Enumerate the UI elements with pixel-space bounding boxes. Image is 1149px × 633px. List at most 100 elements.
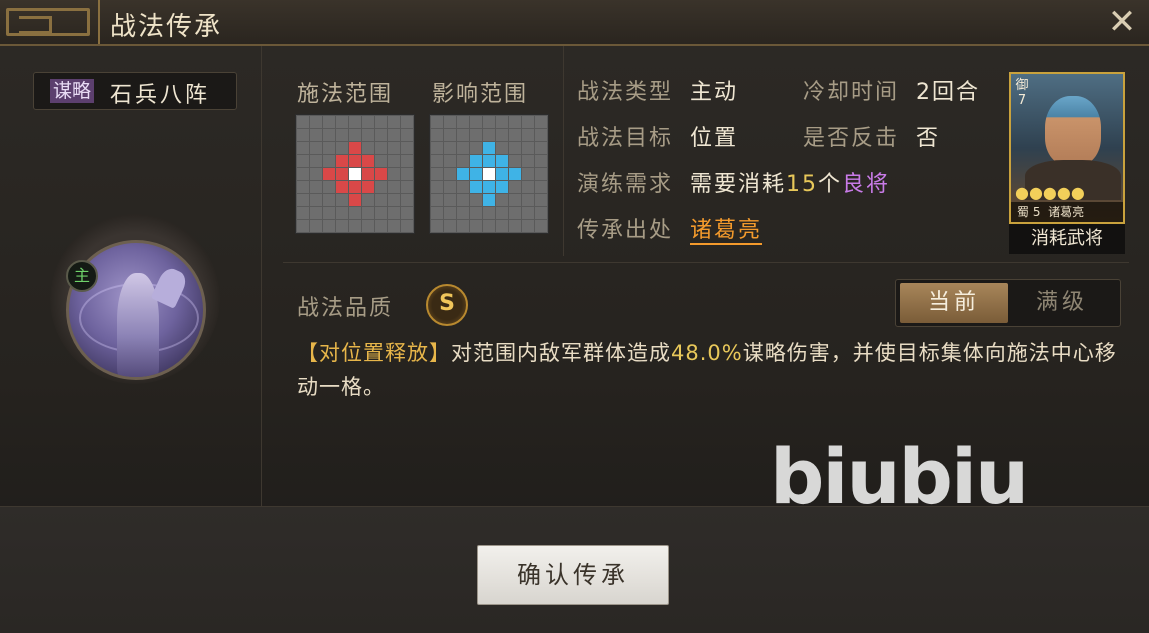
grid-cell [483, 194, 495, 206]
grid-cell [535, 155, 547, 167]
grid-cell [470, 207, 482, 219]
dialog-title: 战法传承 [110, 12, 223, 42]
attr-target: 战法目标 位置 [577, 126, 739, 151]
grid-cell [431, 129, 443, 141]
grid-cell [444, 220, 456, 232]
grid-cell [457, 220, 469, 232]
grid-cell [496, 142, 508, 154]
attr-skill-type: 战法类型 主动 [577, 80, 739, 105]
grid-cell [388, 181, 400, 193]
grid-cell [431, 207, 443, 219]
grid-cell [375, 116, 387, 128]
grid-cell [349, 207, 361, 219]
grid-cell [310, 116, 322, 128]
grid-cell [522, 116, 534, 128]
grid-cell [310, 181, 322, 193]
grid-cell [496, 194, 508, 206]
grid-cell [401, 194, 413, 206]
grid-cell [401, 168, 413, 180]
grid-cell [310, 155, 322, 167]
grid-cell [483, 116, 495, 128]
watermark-logo: biubiu [770, 432, 1029, 521]
grid-cell [362, 155, 374, 167]
grid-cell [375, 129, 387, 141]
grid-cell [483, 207, 495, 219]
grid-cell [483, 142, 495, 154]
tab-max-level[interactable]: 满级 [1008, 283, 1116, 323]
grid-cell [388, 168, 400, 180]
grid-cell [522, 129, 534, 141]
grid-cell [375, 168, 387, 180]
grid-cell [297, 129, 309, 141]
grid-cell [483, 220, 495, 232]
grid-cell [401, 155, 413, 167]
confirm-inherit-button[interactable]: 确认传承 [477, 545, 669, 605]
grid-cell [535, 194, 547, 206]
grid-cell [457, 142, 469, 154]
divider [283, 262, 1129, 263]
grid-cell [310, 220, 322, 232]
grid-cell [349, 181, 361, 193]
grid-cell [362, 181, 374, 193]
attr-cooldown: 冷却时间 2回合 [803, 80, 981, 105]
grid-cell [457, 168, 469, 180]
grid-cell [362, 116, 374, 128]
skill-inherit-dialog: 战法传承 ✕ 谋略 石兵八阵 主 施法范围 影响范围 战法类型 主动 冷却时间 … [0, 0, 1149, 633]
grid-cell [323, 129, 335, 141]
grid-cell [509, 168, 521, 180]
grid-cell [457, 181, 469, 193]
grid-cell [444, 142, 456, 154]
grid-cell [509, 116, 521, 128]
grid-cell [509, 181, 521, 193]
grid-cell [470, 155, 482, 167]
grid-cell [470, 129, 482, 141]
grid-cell [470, 116, 482, 128]
grid-cell [496, 220, 508, 232]
grid-cell [496, 155, 508, 167]
grid-cell [336, 168, 348, 180]
header-ornament [0, 0, 100, 44]
grid-cell [336, 155, 348, 167]
grid-cell [535, 168, 547, 180]
grid-cell [535, 220, 547, 232]
grid-cell [444, 207, 456, 219]
grid-cell [310, 168, 322, 180]
grid-cell [336, 207, 348, 219]
grid-cell [535, 142, 547, 154]
grid-cell [483, 129, 495, 141]
grid-cell [496, 207, 508, 219]
general-card[interactable]: 御7 ●●●●● 蜀 5 诸葛亮 [1009, 72, 1125, 224]
grid-cell [297, 207, 309, 219]
grid-cell [388, 207, 400, 219]
attr-counter: 是否反击 否 [803, 126, 941, 151]
grid-cell [496, 129, 508, 141]
grid-cell [362, 194, 374, 206]
grid-cell [431, 194, 443, 206]
grid-cell [323, 155, 335, 167]
grid-cell [483, 155, 495, 167]
grid-cell [431, 116, 443, 128]
grid-cell [401, 116, 413, 128]
grid-cell [444, 116, 456, 128]
quality-label: 战法品质 [297, 296, 394, 321]
grid-cell [375, 194, 387, 206]
grid-cell [457, 129, 469, 141]
grid-cell [535, 207, 547, 219]
tab-current-level[interactable]: 当前 [900, 283, 1008, 323]
skill-description: 【对位置释放】对范围内敌军群体造成48.0%谋略伤害，并使目标集体向施法中心移动… [297, 341, 1117, 399]
grid-cell [297, 155, 309, 167]
quality-badge: S [426, 284, 468, 326]
close-icon[interactable]: ✕ [1105, 5, 1139, 40]
grid-cell [388, 220, 400, 232]
grid-cell [349, 155, 361, 167]
grid-cell [297, 194, 309, 206]
grid-cell [401, 129, 413, 141]
skill-name-box: 谋略 石兵八阵 [33, 72, 237, 110]
grid-cell [323, 194, 335, 206]
origin-general-link[interactable]: 诸葛亮 [690, 218, 763, 245]
grid-cell [457, 207, 469, 219]
grid-cell [349, 168, 361, 180]
grid-cell [457, 116, 469, 128]
grid-cell [336, 142, 348, 154]
grid-cell [444, 168, 456, 180]
